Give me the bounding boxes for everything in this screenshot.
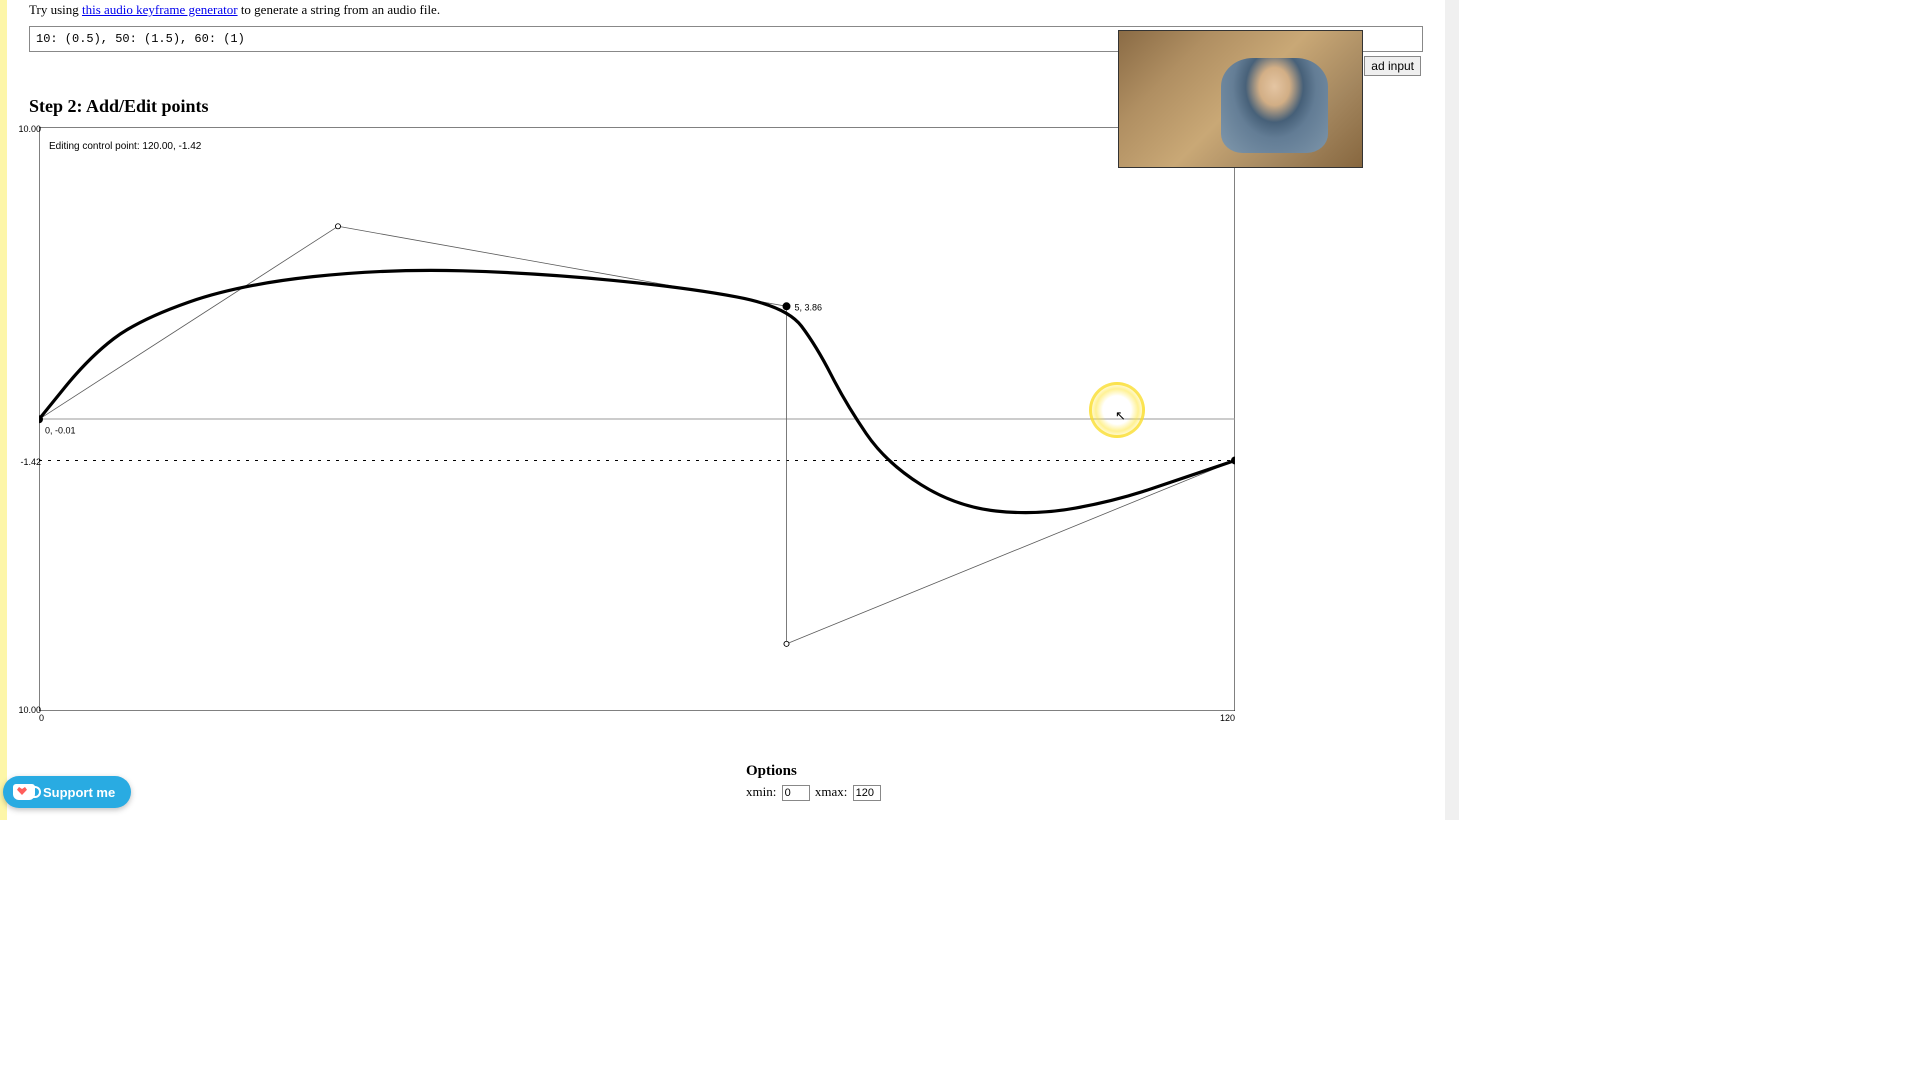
xmin-input[interactable]	[782, 785, 810, 801]
anchor-point[interactable]	[783, 302, 791, 310]
mid-point-label: 5, 3.86	[795, 302, 823, 312]
editing-point-label: Editing control point: 120.00, -1.42	[49, 141, 202, 152]
y-tick-bottom: 10.00	[11, 705, 41, 715]
xmax-label: xmax:	[815, 784, 848, 799]
intro-prefix: Try using	[29, 2, 82, 17]
scrollbar-track[interactable]	[1445, 0, 1459, 820]
audio-generator-link[interactable]: this audio keyframe generator	[82, 2, 238, 17]
support-me-button[interactable]: Support me	[3, 776, 131, 808]
support-label: Support me	[43, 785, 115, 800]
load-input-button[interactable]: ad input	[1364, 56, 1421, 76]
bezier-editor-canvas[interactable]: 0 Editing control point: 120.00, -1.42 0…	[39, 127, 1235, 711]
intro-suffix: to generate a string from an audio file.	[238, 2, 441, 17]
options-heading: Options	[746, 763, 1423, 780]
x-range-controls: xmin: xmax:	[746, 784, 1423, 801]
origin-point-label: 0, -0.01	[45, 425, 76, 435]
xmax-input[interactable]	[853, 785, 881, 801]
kofi-icon	[13, 784, 35, 800]
xmin-label: xmin:	[746, 784, 776, 799]
graph-container: 10.00 -1.42 10.00 0 120 0 Editing c	[39, 127, 1235, 711]
y-tick-mid: -1.42	[11, 457, 41, 467]
webcam-overlay	[1118, 30, 1363, 168]
x-tick-right: 120	[1220, 713, 1235, 723]
intro-text: Try using this audio keyframe generator …	[29, 0, 1423, 22]
x-tick-left: 0	[39, 713, 44, 723]
y-tick-top: 10.00	[11, 124, 41, 134]
